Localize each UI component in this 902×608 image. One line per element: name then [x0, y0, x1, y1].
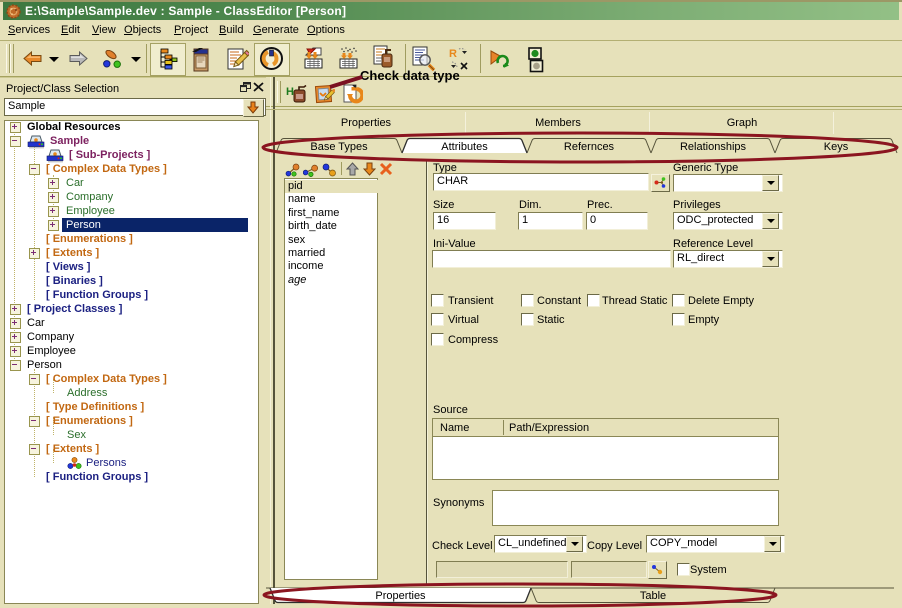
svg-text:R: R: [449, 48, 457, 60]
